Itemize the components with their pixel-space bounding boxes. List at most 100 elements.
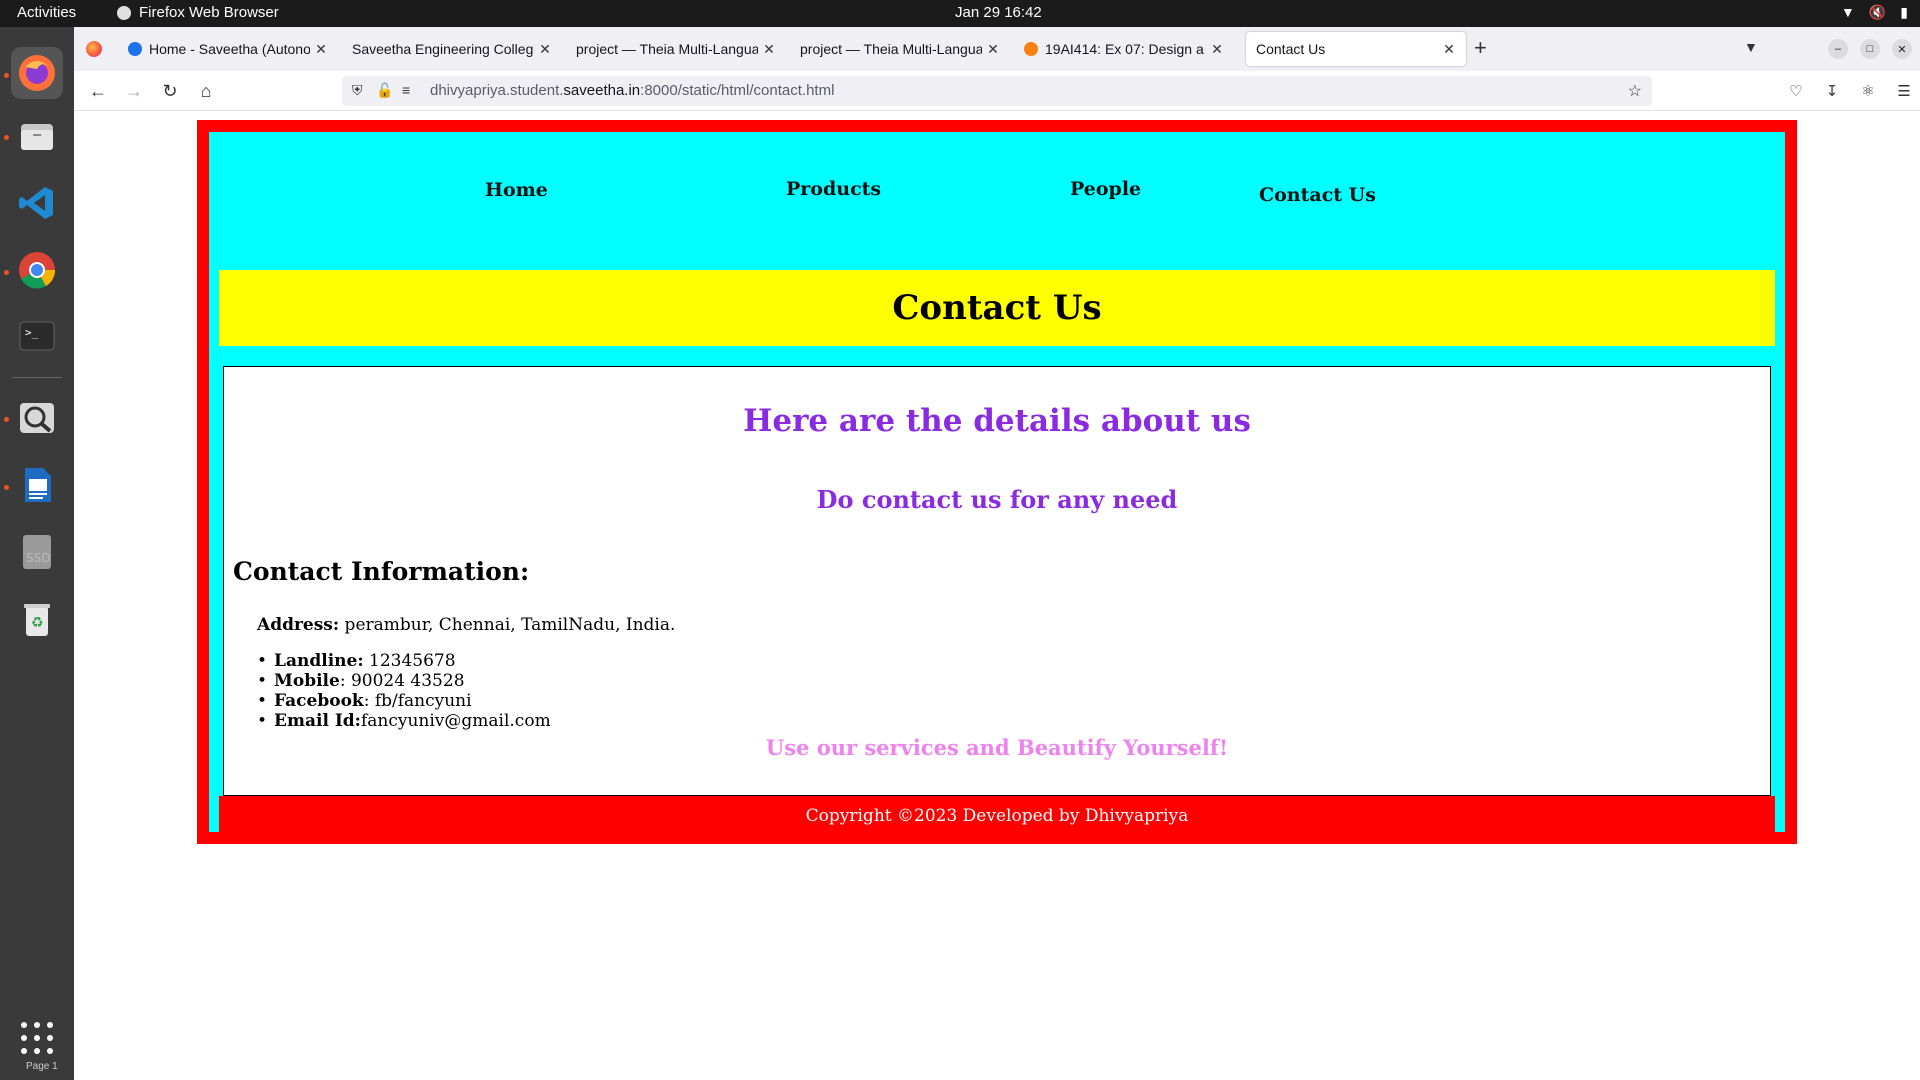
svg-text:SSD: SSD	[26, 551, 50, 565]
page-border: Home Products People Contact Us Contact …	[197, 120, 1797, 844]
address-line: Address: perambur, Chennai, TamilNadu, I…	[257, 615, 675, 635]
contact-label: Email Id:	[274, 711, 361, 731]
activities-button[interactable]: Activities	[17, 4, 76, 21]
page-title: Contact Us	[892, 288, 1102, 328]
home-icon[interactable]: ⌂	[194, 79, 218, 103]
tab-title: project — Theia Multi-Language	[576, 41, 758, 57]
wifi-icon: ▼	[1840, 4, 1855, 20]
contact-list: Landline: 12345678 Mobile: 90024 43528 F…	[257, 651, 551, 731]
address-label: Address:	[257, 615, 340, 635]
globe-icon	[128, 42, 142, 56]
minimize-button[interactable]: –	[1828, 39, 1848, 59]
tab-title: Home - Saveetha (Autonom	[149, 41, 310, 57]
ssd-icon[interactable]: SSD	[11, 526, 63, 578]
tab-theia-2[interactable]: project — Theia Multi-Language ✕	[790, 32, 1010, 66]
page-container: Home Products People Contact Us Contact …	[209, 132, 1785, 836]
url-text[interactable]: dhivyapriya.student.saveetha.in:8000/sta…	[430, 82, 834, 99]
contact-label: Mobile	[274, 671, 340, 691]
close-icon[interactable]: ✕	[1210, 41, 1224, 58]
nav-link-contact-us[interactable]: Contact Us	[1259, 184, 1376, 206]
firefox-icon[interactable]	[11, 47, 63, 99]
contact-subheading: Do contact us for any need	[816, 485, 1178, 514]
url-bar[interactable]: ⛨ 🔓 ≡ dhivyapriya.student.saveetha.in:80…	[342, 76, 1652, 106]
nav-link-people[interactable]: People	[1070, 178, 1141, 200]
chrome-icon[interactable]	[11, 244, 63, 296]
url-suffix: :8000/static/html/contact.html	[640, 82, 835, 99]
terminal-icon[interactable]: >_	[11, 310, 63, 362]
tab-theia-1[interactable]: project — Theia Multi-Language ✕	[566, 32, 786, 66]
tab-saveetha-engineering[interactable]: Saveetha Engineering College ✕	[342, 32, 562, 66]
bookmark-star-icon[interactable]: ☆	[1628, 81, 1642, 101]
tab-title: 19AI414: Ex 07: Design a	[1045, 41, 1204, 57]
dock-bottom-label: Page 1	[26, 1061, 58, 1072]
web-page: Home Products People Contact Us Contact …	[74, 112, 1920, 1080]
contact-landline: Landline: 12345678	[257, 651, 551, 671]
reload-icon[interactable]: ↻	[158, 79, 182, 103]
running-indicator	[4, 485, 9, 490]
nav-link-products[interactable]: Products	[786, 178, 881, 200]
close-window-button[interactable]: ✕	[1892, 39, 1912, 59]
running-indicator	[4, 135, 9, 140]
permissions-icon[interactable]: ≡	[402, 82, 410, 98]
running-indicator	[4, 417, 9, 422]
close-icon[interactable]: ✕	[762, 41, 776, 58]
tab-bar: Home - Saveetha (Autonom ✕ Saveetha Engi…	[74, 27, 1920, 71]
trash-icon[interactable]: ♻	[11, 593, 63, 645]
battery-icon: ▮	[1900, 4, 1908, 20]
app-menu[interactable]: Firefox Web Browser	[117, 4, 279, 21]
dock-separator	[12, 377, 62, 378]
volume-muted-icon: 🔇	[1868, 4, 1887, 20]
svg-text:♻: ♻	[31, 615, 44, 631]
contact-mobile: Mobile: 90024 43528	[257, 671, 551, 691]
extensions-icon[interactable]: ⚛	[1858, 81, 1878, 101]
close-icon[interactable]: ✕	[538, 41, 552, 58]
navigation-toolbar: ← → ↻ ⌂ ⛨ 🔓 ≡ dhivyapriya.student.saveet…	[74, 71, 1920, 111]
new-tab-button[interactable]: +	[1474, 37, 1487, 59]
close-icon[interactable]: ✕	[314, 41, 328, 58]
moodle-icon	[1024, 42, 1038, 56]
contact-value: : fb/fancyuni	[363, 691, 472, 711]
contact-label: Facebook	[274, 691, 364, 711]
forward-arrow-icon[interactable]: →	[122, 79, 146, 103]
shield-icon[interactable]: ⛨	[352, 82, 363, 99]
running-indicator	[4, 270, 9, 275]
insecure-lock-icon[interactable]: 🔓	[376, 82, 393, 99]
contact-facebook: Facebook: fb/fancyuni	[257, 691, 551, 711]
url-prefix: dhivyapriya.student.	[430, 82, 564, 99]
svg-text:>_: >_	[25, 326, 39, 339]
maximize-button[interactable]: □	[1860, 39, 1880, 59]
contact-value: fancyuniv@gmail.com	[360, 711, 551, 731]
close-icon[interactable]: ✕	[986, 41, 1000, 58]
tab-title: Saveetha Engineering College	[352, 41, 534, 57]
clock[interactable]: Jan 29 16:42	[955, 4, 1042, 21]
system-tray[interactable]: ▼ 🔇 ▮	[1841, 4, 1908, 21]
nav-link-home[interactable]: Home	[485, 179, 548, 201]
tab-contact-us[interactable]: Contact Us ✕	[1246, 32, 1466, 66]
firefox-view-icon[interactable]	[86, 41, 102, 57]
dock: >_ SSD ♻ Page 1	[0, 27, 74, 1080]
tab-home-saveetha[interactable]: Home - Saveetha (Autonom ✕	[118, 32, 338, 66]
url-host: saveetha.in	[563, 82, 641, 99]
firefox-small-icon	[117, 5, 131, 20]
tab-moodle-ex07[interactable]: 19AI414: Ex 07: Design a ✕	[1014, 32, 1234, 66]
close-icon[interactable]: ✕	[1442, 41, 1456, 58]
content-box: Here are the details about us Do contact…	[223, 366, 1771, 796]
menu-icon[interactable]: ☰	[1894, 81, 1914, 101]
vscode-icon[interactable]	[11, 177, 63, 229]
show-apps-icon[interactable]	[21, 1022, 53, 1054]
back-arrow-icon[interactable]: ←	[86, 79, 110, 103]
contact-info-title: Contact Information:	[233, 557, 530, 586]
files-icon[interactable]	[11, 110, 63, 162]
system-top-bar: Activities Firefox Web Browser Jan 29 16…	[0, 0, 1920, 27]
writer-icon[interactable]	[11, 459, 63, 511]
tab-title: Contact Us	[1256, 41, 1326, 57]
running-indicator	[4, 73, 9, 78]
contact-value: 12345678	[363, 651, 456, 671]
image-viewer-icon[interactable]	[11, 392, 63, 444]
chevron-down-icon[interactable]: ▼	[1744, 39, 1758, 55]
downloads-icon[interactable]: ↧	[1822, 81, 1842, 101]
pocket-icon[interactable]: ♡	[1786, 81, 1806, 101]
tab-title: project — Theia Multi-Language	[800, 41, 982, 57]
details-heading: Here are the details about us	[743, 403, 1251, 439]
contact-email: Email Id:fancyuniv@gmail.com	[257, 711, 551, 731]
